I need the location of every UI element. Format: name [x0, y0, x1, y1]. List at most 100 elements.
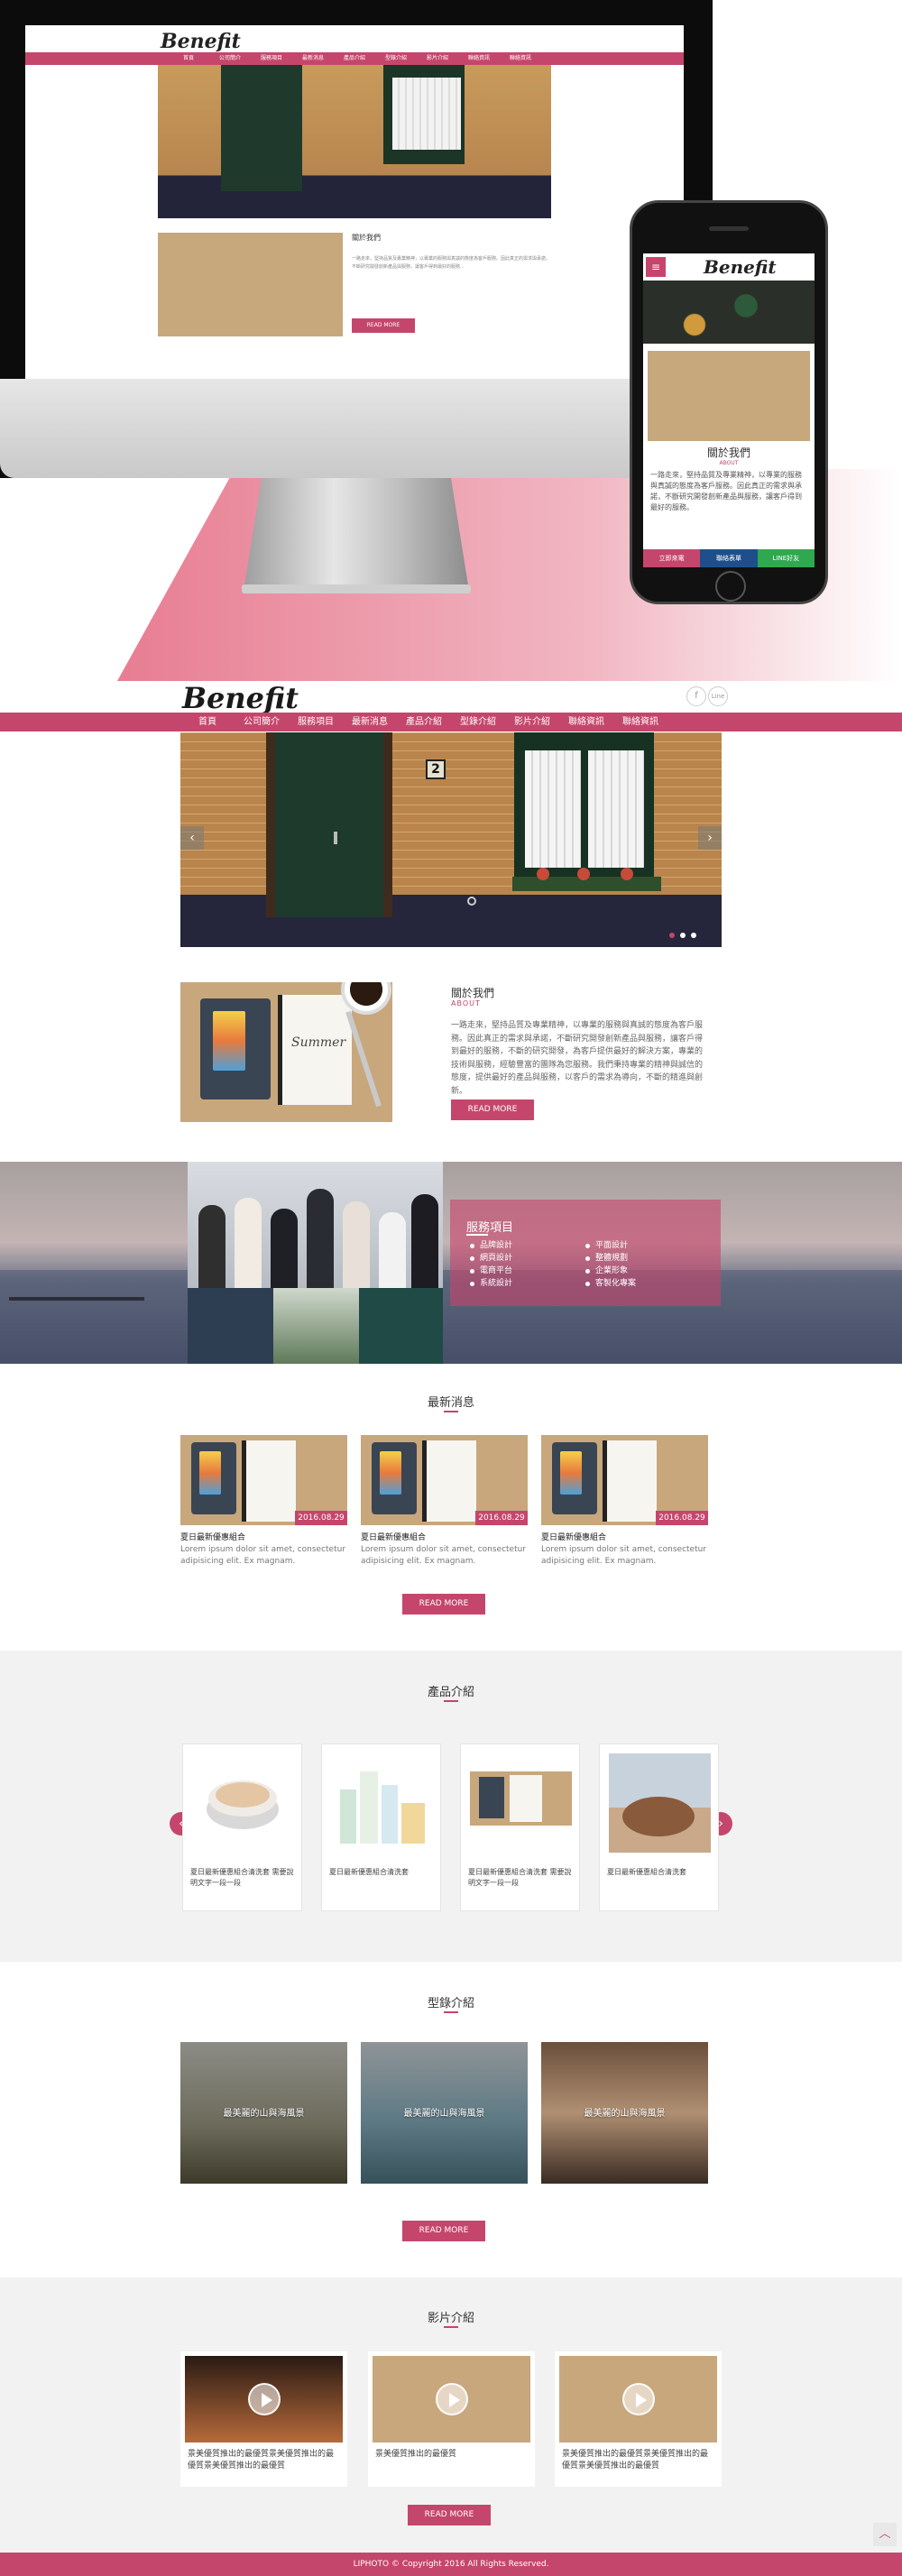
line-icon[interactable]: Line [708, 686, 728, 706]
banner-prev-icon[interactable]: ‹ [180, 826, 204, 850]
mini-window [383, 65, 465, 164]
news-card-title[interactable]: 夏日最新優惠組合 [361, 1531, 528, 1542]
phone-header: ≡ Benefit [643, 253, 815, 281]
case-label: 最美麗的山與海風景 [223, 2109, 305, 2119]
news-card[interactable]: 2016.08.29 夏日最新優惠組合 Lorem ipsum dolor si… [180, 1435, 347, 1568]
video-card[interactable]: 景美優質推出的最優質 [368, 2351, 535, 2487]
product-card[interactable]: 夏日最新優惠組合清洗套 需要說明文字一段一段 [460, 1743, 580, 1911]
play-icon[interactable] [436, 2383, 468, 2415]
video-thumbnail [559, 2356, 717, 2443]
product-text: 夏日最新優惠組合清洗套 [329, 1868, 409, 1876]
video-card[interactable]: 景美優質推出的最優質景美優質推出的最優質景美優質推出的最優質 [180, 2351, 347, 2487]
nav-item-videos[interactable]: 影片介紹 [505, 713, 559, 731]
nav-item-home[interactable]: 首頁 [180, 713, 235, 731]
videos-read-more-button[interactable]: READ MORE [408, 2505, 491, 2525]
banner-dot[interactable] [680, 933, 686, 938]
service-item[interactable]: 品牌設計 [470, 1239, 578, 1252]
site-header: Benefit f Line [0, 681, 902, 715]
green-door [275, 732, 383, 917]
hero-banner: 2 ‹ › [180, 732, 722, 947]
facebook-icon[interactable]: f [686, 686, 706, 706]
nav-item-products[interactable]: 產品介紹 [397, 713, 451, 731]
hamburger-menu-icon: ≡ [646, 257, 666, 277]
nav-item-about[interactable]: 公司簡介 [235, 713, 289, 731]
service-item[interactable]: 平面設計 [585, 1239, 694, 1252]
phone-home-button [715, 571, 746, 602]
banner-next-icon[interactable]: › [698, 826, 722, 850]
site-logo[interactable]: Benefit [182, 681, 299, 715]
product-image-tablet [470, 1753, 572, 1853]
back-to-top-icon[interactable]: ︿ [873, 2523, 897, 2546]
mini-read-more-button: READ MORE [352, 318, 415, 333]
video-text: 景美優質推出的最優質景美優質推出的最優質景美優質推出的最優質 [188, 2450, 335, 2470]
services-divider [466, 1234, 488, 1236]
mini-nav-item: 服務項目 [260, 55, 282, 61]
case-card[interactable]: 最美麗的山與海風景 [180, 2042, 347, 2184]
forest-photo [273, 1288, 359, 1364]
apple-logo-icon [343, 426, 373, 462]
nav-item-catalog[interactable]: 型錄介紹 [451, 713, 505, 731]
cases-title-underline [444, 2011, 458, 2013]
product-card[interactable]: 夏日最新優惠組合清洗套 [599, 1743, 719, 1911]
nav-item-contact[interactable]: 聯絡資訊 [559, 713, 613, 731]
banner-dot[interactable] [691, 933, 696, 938]
mini-nav-item: 產品介紹 [343, 55, 365, 61]
phone-food-image [643, 281, 815, 344]
product-card[interactable]: 夏日最新優惠組合清洗套 [321, 1743, 441, 1911]
services-title: 服務項目 [466, 1221, 514, 1235]
play-icon[interactable] [622, 2383, 655, 2415]
mini-door [221, 65, 302, 191]
news-card[interactable]: 2016.08.29 夏日最新優惠組合 Lorem ipsum dolor si… [361, 1435, 528, 1568]
nav-item-contact-2[interactable]: 聯絡資訊 [613, 713, 667, 731]
video-thumbnail [373, 2356, 530, 2443]
nav-item-news[interactable]: 最新消息 [343, 713, 397, 731]
news-read-more-button[interactable]: READ MORE [402, 1594, 485, 1615]
service-item[interactable]: 網頁設計 [470, 1252, 578, 1265]
product-text: 夏日最新優惠組合清洗套 需要說明文字一段一段 [190, 1868, 294, 1887]
news-card-text: Lorem ipsum dolor sit amet, consectetur … [361, 1545, 527, 1566]
news-card-title[interactable]: 夏日最新優惠組合 [541, 1531, 708, 1542]
phone-footer-bar: 立即來電 聯絡表單 LINE好友 [643, 549, 815, 567]
about-subtitle: ABOUT [451, 999, 481, 1007]
about-text: 一路走來，堅持品質及專業精神，以專業的服務與真誠的態度為客戶服務。因此真正的需求… [451, 1021, 704, 1096]
case-card[interactable]: 最美麗的山與海風景 [361, 2042, 528, 2184]
mini-nav-item: 影片介紹 [426, 55, 448, 61]
news-card[interactable]: 2016.08.29 夏日最新優惠組合 Lorem ipsum dolor si… [541, 1435, 708, 1568]
service-item[interactable]: 系統設計 [470, 1277, 578, 1290]
mini-nav-item: 首頁 [182, 55, 194, 61]
service-item[interactable]: 整體規劃 [585, 1252, 694, 1265]
phone-form-button: 聯絡表單 [700, 549, 758, 567]
service-item[interactable]: 客製化專案 [585, 1277, 694, 1290]
flower [537, 868, 549, 880]
phone-screen: ≡ Benefit 關於我們 ABOUT 一路走來，堅持品質及專業精神，以專業的… [643, 253, 815, 567]
play-icon[interactable] [248, 2383, 281, 2415]
house-number: 2 [426, 759, 446, 779]
case-card[interactable]: 最美麗的山與海風景 [541, 2042, 708, 2184]
service-item[interactable]: 企業形象 [585, 1265, 694, 1277]
products-title-underline [444, 1700, 458, 1702]
mini-nav-item: 聯絡資訊 [509, 55, 531, 61]
video-text: 景美優質推出的最優質景美優質推出的最優質景美優質推出的最優質 [562, 2450, 709, 2470]
mini-nav-item: 型錄介紹 [384, 55, 407, 61]
notebook-script: Summer [291, 1035, 346, 1050]
team-people [188, 1162, 443, 1288]
news-title: 最新消息 [427, 1396, 474, 1410]
news-card-title[interactable]: 夏日最新優惠組合 [180, 1531, 347, 1542]
mini-about-text: 一路走來，堅持品質及專業精神，以專業的服務與真誠的態度為客戶服務。因此真正的需求… [352, 256, 551, 270]
banner-dot[interactable] [669, 933, 675, 938]
cases-read-more-button[interactable]: READ MORE [402, 2221, 485, 2241]
microphone-photo [188, 1288, 273, 1364]
news-image: 2016.08.29 [541, 1435, 708, 1525]
team-photo [188, 1162, 443, 1364]
device-mockup-section: Benefit 首頁 公司簡介 服務項目 最新消息 產品介紹 型錄介紹 影片介紹… [0, 0, 902, 681]
service-item[interactable]: 電商平台 [470, 1265, 578, 1277]
mini-about: 關於我們 一路走來，堅持品質及專業精神，以專業的服務與真誠的態度為客戶服務。因此… [158, 233, 551, 336]
product-card[interactable]: 夏日最新優惠組合清洗套 需要說明文字一段一段 [182, 1743, 302, 1911]
news-title-underline [444, 1411, 458, 1412]
video-card[interactable]: 景美優質推出的最優質景美優質推出的最優質景美優質推出的最優質 [555, 2351, 722, 2487]
news-date: 2016.08.29 [656, 1511, 708, 1525]
smartphone: ≡ Benefit 關於我們 ABOUT 一路走來，堅持品質及專業精神，以專業的… [630, 200, 828, 604]
video-text: 景美優質推出的最優質 [375, 2450, 457, 2459]
about-read-more-button[interactable]: READ MORE [451, 1099, 534, 1120]
nav-item-services[interactable]: 服務項目 [289, 713, 343, 731]
